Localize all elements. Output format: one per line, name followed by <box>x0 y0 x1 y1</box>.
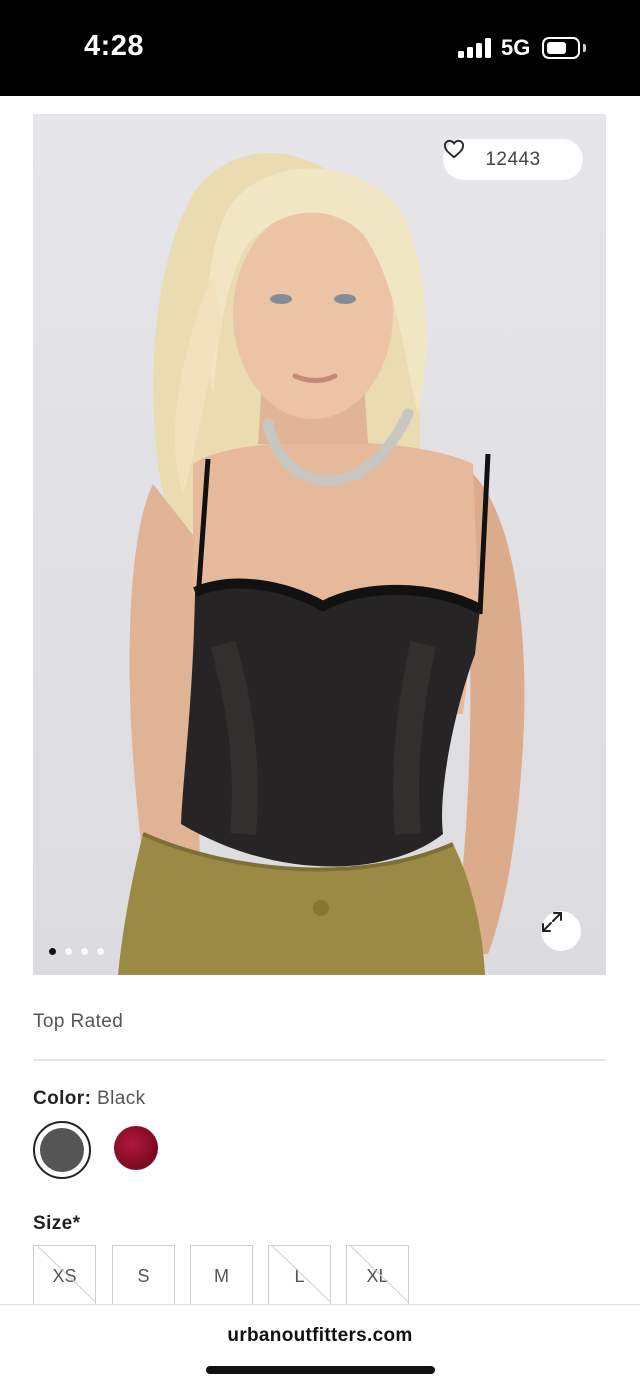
size-option-label: XL <box>366 1265 389 1286</box>
size-option-xl[interactable]: XL <box>346 1245 409 1307</box>
favorites-count: 12443 <box>485 148 541 170</box>
color-swatch-black[interactable] <box>33 1121 91 1179</box>
carousel-dot[interactable] <box>49 948 56 955</box>
signal-icon <box>458 38 492 58</box>
color-swatch-red[interactable] <box>109 1121 167 1179</box>
favorites-button[interactable]: 12443 <box>443 139 583 180</box>
color-heading: Color: Black <box>33 1088 146 1110</box>
product-image[interactable]: 12443 <box>33 114 606 975</box>
carousel-dot[interactable] <box>65 948 72 955</box>
size-option-label: M <box>214 1265 229 1286</box>
battery-cap <box>583 44 586 52</box>
home-indicator[interactable] <box>206 1366 435 1374</box>
expand-image-button[interactable] <box>541 911 581 951</box>
size-option-s[interactable]: S <box>112 1245 175 1307</box>
status-bar: 4:28 5G <box>0 0 640 96</box>
expand-icon <box>542 912 562 932</box>
swatch-fill <box>114 1126 158 1170</box>
divider <box>33 1059 606 1061</box>
model-photo <box>118 152 525 975</box>
size-option-label: XS <box>52 1265 77 1286</box>
carousel-dots[interactable] <box>49 948 104 955</box>
color-value: Black <box>97 1088 146 1109</box>
carousel-dot[interactable] <box>97 948 104 955</box>
carousel-dot[interactable] <box>81 948 88 955</box>
size-option-label: L <box>294 1265 305 1286</box>
color-label: Color: <box>33 1088 92 1109</box>
size-label: Size* <box>33 1213 81 1234</box>
address-bar-url[interactable]: urbanoutfitters.com <box>0 1325 640 1347</box>
heart-icon <box>443 139 465 159</box>
battery-icon <box>542 37 580 59</box>
status-time: 4:28 <box>84 30 145 62</box>
top-rated-badge: Top Rated <box>33 1011 124 1032</box>
size-option-l[interactable]: L <box>268 1245 331 1307</box>
size-option-label: S <box>137 1265 150 1286</box>
swatch-fill <box>40 1128 84 1172</box>
network-type: 5G <box>501 35 531 60</box>
size-option-xs[interactable]: XS <box>33 1245 96 1307</box>
size-option-m[interactable]: M <box>190 1245 253 1307</box>
